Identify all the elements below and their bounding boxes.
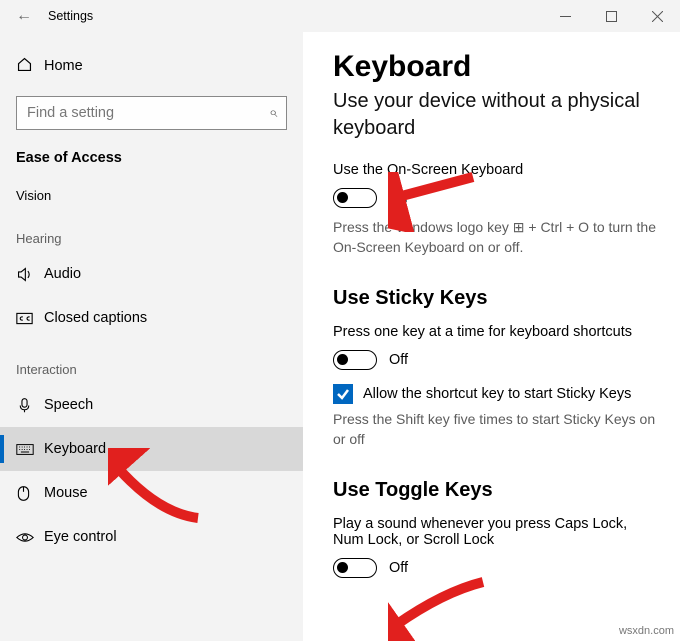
annotation-arrow-togglekeys (388, 577, 488, 641)
sidebar-item-label: Audio (44, 266, 81, 282)
togglekeys-toggle-state: Off (389, 560, 408, 576)
sidebar-item-label: Eye control (44, 529, 117, 545)
sidebar-item-label: Speech (44, 397, 93, 413)
osk-toggle[interactable] (333, 188, 377, 208)
title-bar: ← Settings (0, 0, 680, 32)
sidebar-item-speech[interactable]: Speech (0, 383, 303, 427)
togglekeys-label: Play a sound whenever you press Caps Loc… (333, 516, 653, 548)
sidebar-item-audio[interactable]: Audio (0, 252, 303, 296)
keyboard-icon (16, 443, 44, 456)
sidebar-item-closed-captions[interactable]: Closed captions (0, 296, 303, 340)
speech-icon (16, 397, 44, 414)
section-header: Ease of Access (0, 130, 303, 180)
osk-hint: Press the Windows logo key ⊞ + Ctrl + O … (333, 218, 668, 257)
sidebar-item-keyboard[interactable]: Keyboard (0, 427, 303, 471)
windows-logo-icon: ⊞ (513, 219, 525, 235)
sidebar-item-mouse[interactable]: Mouse (0, 471, 303, 515)
home-label: Home (44, 58, 83, 74)
close-button[interactable] (634, 0, 680, 32)
watermark: wsxdn.com (619, 625, 674, 637)
window-title: Settings (48, 9, 93, 23)
sidebar-item-label: Closed captions (44, 310, 147, 326)
group-interaction: Interaction (0, 340, 303, 383)
sidebar: Home ⌕ Ease of Access Vision Hearing Aud… (0, 32, 303, 641)
osk-toggle-state: Off (389, 190, 408, 206)
togglekeys-header: Use Toggle Keys (333, 479, 668, 502)
sidebar-item-label: Keyboard (44, 441, 106, 457)
sticky-shortcut-checkbox[interactable] (333, 384, 353, 404)
page-title: Keyboard (333, 50, 668, 84)
group-vision-partial: Vision (0, 180, 303, 209)
mouse-icon (16, 485, 44, 502)
group-hearing: Hearing (0, 209, 303, 252)
search-wrap: ⌕ (16, 96, 287, 130)
window-controls (542, 0, 680, 32)
sidebar-item-label: Mouse (44, 485, 88, 501)
sticky-toggle-state: Off (389, 352, 408, 368)
home-link[interactable]: Home (0, 46, 303, 86)
audio-icon (16, 266, 44, 283)
osk-label: Use the On-Screen Keyboard (333, 162, 668, 178)
sticky-toggle[interactable] (333, 350, 377, 370)
search-input[interactable] (16, 96, 287, 130)
search-icon: ⌕ (269, 104, 277, 121)
sticky-hint: Press the Shift key five times to start … (333, 410, 668, 449)
home-icon (16, 56, 44, 77)
closed-captions-icon (16, 312, 44, 325)
main-content: Keyboard Use your device without a physi… (303, 32, 680, 641)
eye-icon (16, 531, 44, 544)
page-subtitle: Use your device without a physical keybo… (333, 88, 668, 142)
back-button[interactable]: ← (0, 7, 48, 25)
sticky-header: Use Sticky Keys (333, 287, 668, 310)
sticky-shortcut-label: Allow the shortcut key to start Sticky K… (363, 386, 631, 402)
sidebar-item-eye-control[interactable]: Eye control (0, 515, 303, 559)
maximize-button[interactable] (588, 0, 634, 32)
minimize-button[interactable] (542, 0, 588, 32)
togglekeys-toggle[interactable] (333, 558, 377, 578)
sticky-label: Press one key at a time for keyboard sho… (333, 324, 668, 340)
